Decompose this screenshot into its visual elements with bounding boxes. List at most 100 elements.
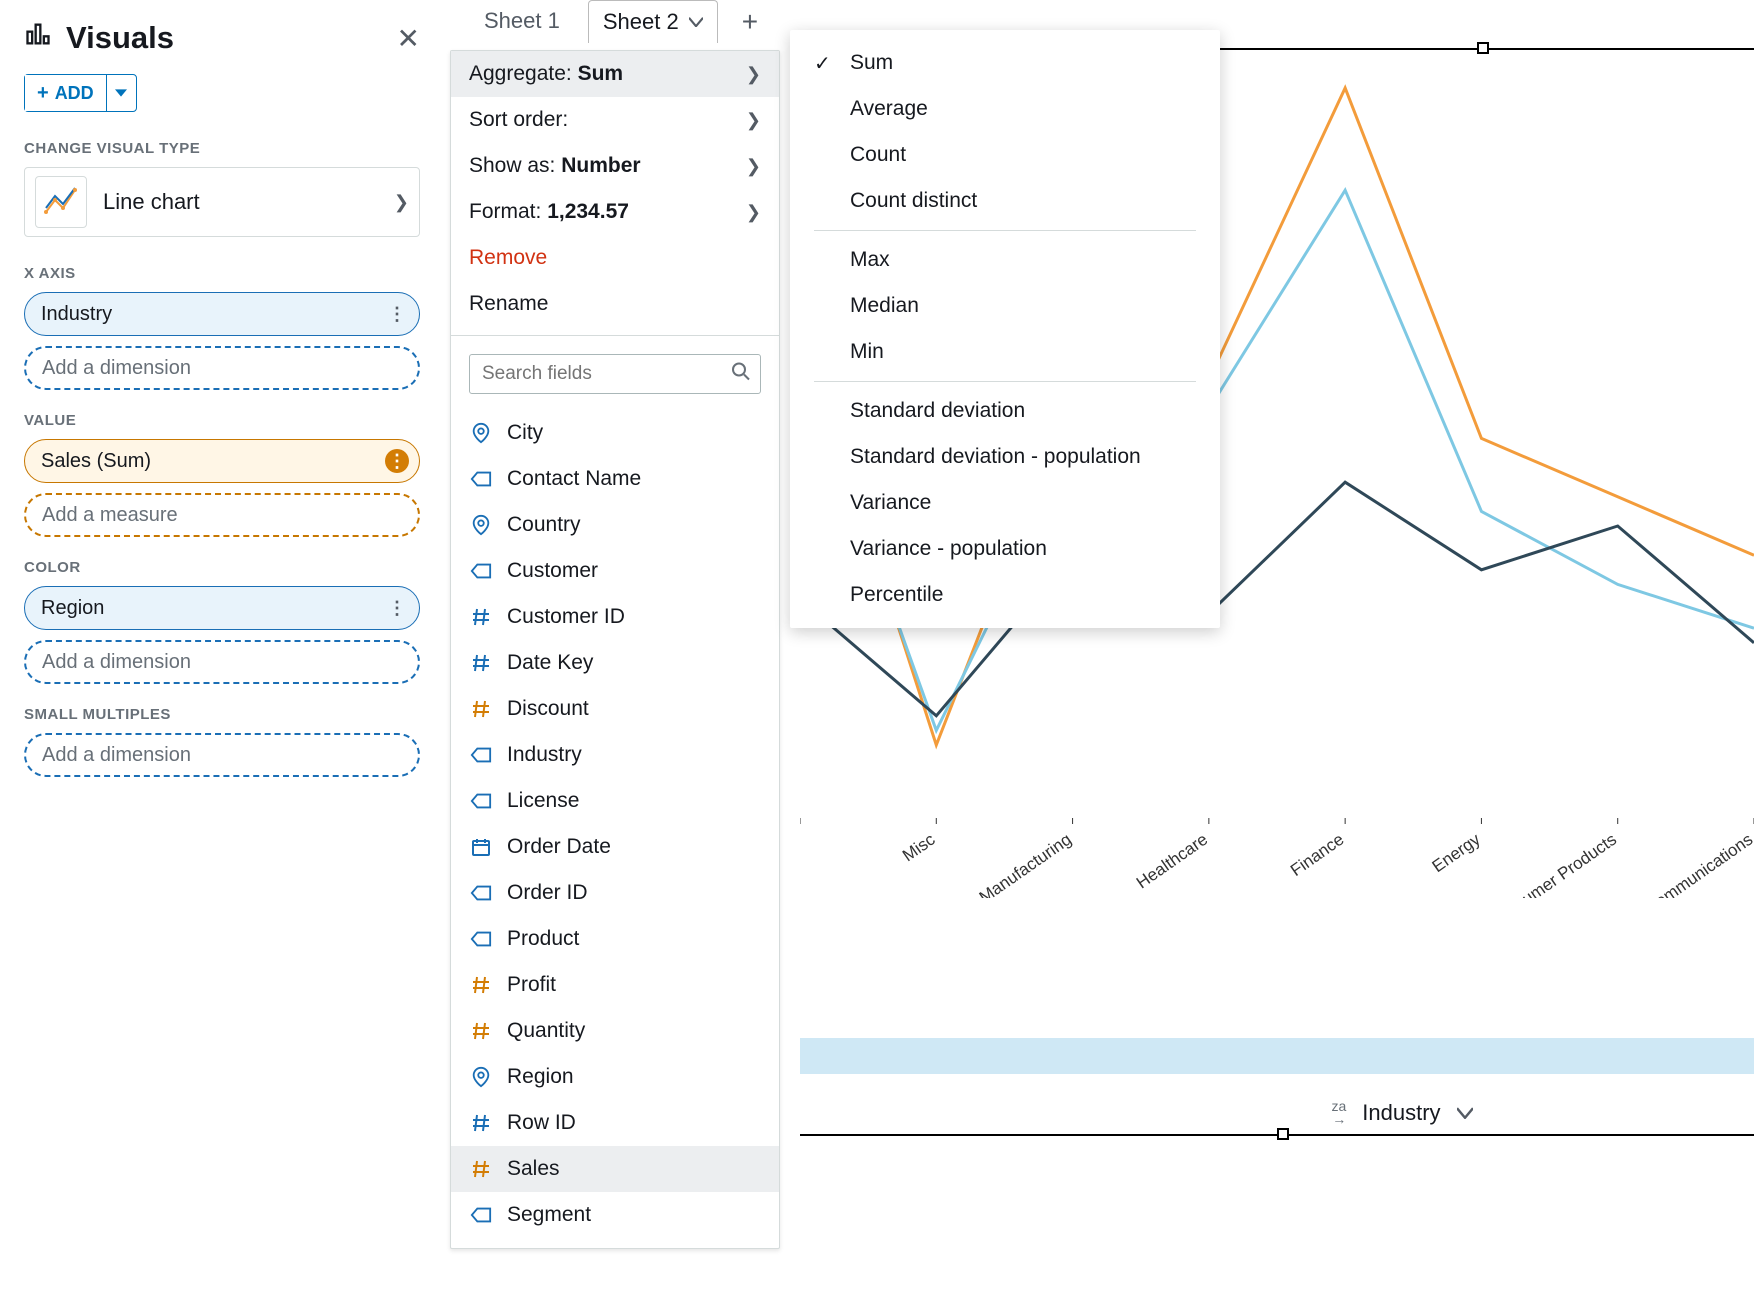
field-item[interactable]: Sales: [451, 1146, 779, 1192]
pin-icon: [469, 1066, 493, 1088]
x-tick-label: Finance: [1287, 830, 1347, 880]
divider: [814, 230, 1196, 231]
agg-option[interactable]: Standard deviation - population: [790, 434, 1220, 480]
x-tick-label: Misc: [899, 829, 939, 865]
change-visual-label: CHANGE VISUAL TYPE: [24, 140, 420, 157]
search-icon: [731, 362, 751, 387]
field-list: CityContact NameCountryCustomerCustomer …: [451, 404, 779, 1248]
chevron-right-icon: ❯: [746, 110, 761, 131]
menu-remove[interactable]: Remove: [451, 235, 779, 281]
value-field-pill[interactable]: Sales (Sum): [24, 439, 420, 483]
field-item[interactable]: Order Date: [451, 824, 779, 870]
visuals-icon: [24, 20, 52, 56]
tag-icon: [469, 792, 493, 810]
color-add-dimension[interactable]: Add a dimension: [24, 640, 420, 684]
menu-format[interactable]: Format: 1,234.57❯: [451, 189, 779, 235]
small-multiples-label: SMALL MULTIPLES: [24, 706, 420, 723]
chevron-right-icon: ❯: [746, 202, 761, 223]
agg-option[interactable]: Median: [790, 283, 1220, 329]
field-item[interactable]: City: [451, 410, 779, 456]
menu-aggregate[interactable]: Aggregate: Sum❯: [451, 51, 779, 97]
field-item[interactable]: Contact Name: [451, 456, 779, 502]
sm-add-dimension[interactable]: Add a dimension: [24, 733, 420, 777]
hash-icon: [469, 975, 493, 995]
close-icon[interactable]: ✕: [397, 22, 420, 55]
field-item[interactable]: Row ID: [451, 1100, 779, 1146]
field-item[interactable]: Country: [451, 502, 779, 548]
x-tick-label: Manufacturing: [976, 830, 1075, 898]
chevron-right-icon: ❯: [746, 64, 761, 85]
divider: [451, 335, 779, 336]
field-item[interactable]: Customer: [451, 548, 779, 594]
field-item[interactable]: Order ID: [451, 870, 779, 916]
agg-option[interactable]: Max: [790, 237, 1220, 283]
xaxis-field-pill[interactable]: Industry: [24, 292, 420, 336]
agg-option[interactable]: Average: [790, 86, 1220, 132]
field-item[interactable]: Segment: [451, 1192, 779, 1238]
hash-icon: [469, 607, 493, 627]
pin-icon: [469, 514, 493, 536]
more-icon[interactable]: [385, 596, 409, 620]
field-item[interactable]: Date Key: [451, 640, 779, 686]
scrub-track-top[interactable]: [1200, 48, 1754, 50]
tag-icon: [469, 1206, 493, 1224]
agg-option[interactable]: Sum: [790, 40, 1220, 86]
agg-option[interactable]: Percentile: [790, 572, 1220, 618]
tab-sheet1[interactable]: Sheet 1: [470, 0, 574, 42]
scrub-handle-icon[interactable]: [1277, 1128, 1289, 1140]
chevron-down-icon: [689, 17, 703, 27]
x-tick-label: Consumer Products: [1486, 830, 1620, 898]
aggregate-submenu: SumAverageCountCount distinct MaxMedianMi…: [790, 30, 1220, 628]
sheet-tabs: Sheet 1 Sheet 2 +: [470, 0, 768, 44]
visuals-title: Visuals: [66, 20, 174, 56]
add-button[interactable]: +ADD: [25, 75, 106, 111]
field-item[interactable]: License: [451, 778, 779, 824]
chevron-right-icon: ❯: [746, 156, 761, 177]
add-dropdown[interactable]: [106, 75, 136, 111]
tab-sheet2[interactable]: Sheet 2: [588, 0, 718, 43]
agg-option[interactable]: Count: [790, 132, 1220, 178]
cal-icon: [469, 837, 493, 857]
chevron-down-icon: [1457, 1107, 1473, 1119]
field-item[interactable]: Region: [451, 1054, 779, 1100]
x-tick-label: Communications: [1642, 830, 1754, 898]
line-chart-icon: [35, 176, 87, 228]
divider: [814, 381, 1196, 382]
field-item[interactable]: Customer ID: [451, 594, 779, 640]
search-fields-input[interactable]: [469, 354, 761, 394]
menu-sort-order[interactable]: Sort order:❯: [451, 97, 779, 143]
tag-icon: [469, 884, 493, 902]
agg-option[interactable]: Standard deviation: [790, 388, 1220, 434]
color-field-pill[interactable]: Region: [24, 586, 420, 630]
add-sheet-button[interactable]: +: [732, 0, 768, 44]
menu-show-as[interactable]: Show as: Number❯: [451, 143, 779, 189]
scrub-handle-icon[interactable]: [1477, 42, 1489, 54]
xaxis-label: X AXIS: [24, 265, 420, 282]
field-item[interactable]: Industry: [451, 732, 779, 778]
sort-za-icon: za→: [1331, 1100, 1346, 1125]
visual-type-name: Line chart: [103, 189, 378, 215]
agg-option[interactable]: Min: [790, 329, 1220, 375]
field-item[interactable]: Discount: [451, 686, 779, 732]
agg-option[interactable]: Variance: [790, 480, 1220, 526]
xaxis-add-dimension[interactable]: Add a dimension: [24, 346, 420, 390]
menu-rename[interactable]: Rename: [451, 281, 779, 327]
tag-icon: [469, 562, 493, 580]
agg-option[interactable]: Variance - population: [790, 526, 1220, 572]
field-item[interactable]: Profit: [451, 962, 779, 1008]
scrub-track-bottom[interactable]: [800, 1134, 1754, 1136]
tag-icon: [469, 470, 493, 488]
more-icon[interactable]: [385, 302, 409, 326]
x-axis-label-row[interactable]: za→ Industry: [1050, 1093, 1754, 1133]
visual-type-selector[interactable]: Line chart ❯: [24, 167, 420, 237]
hash-icon: [469, 1021, 493, 1041]
pin-icon: [469, 422, 493, 444]
selection-band: [800, 1038, 1754, 1074]
field-item[interactable]: Quantity: [451, 1008, 779, 1054]
field-item[interactable]: Product: [451, 916, 779, 962]
agg-option[interactable]: Count distinct: [790, 178, 1220, 224]
color-label: COLOR: [24, 559, 420, 576]
value-add-measure[interactable]: Add a measure: [24, 493, 420, 537]
more-icon[interactable]: [385, 449, 409, 473]
tag-icon: [469, 930, 493, 948]
